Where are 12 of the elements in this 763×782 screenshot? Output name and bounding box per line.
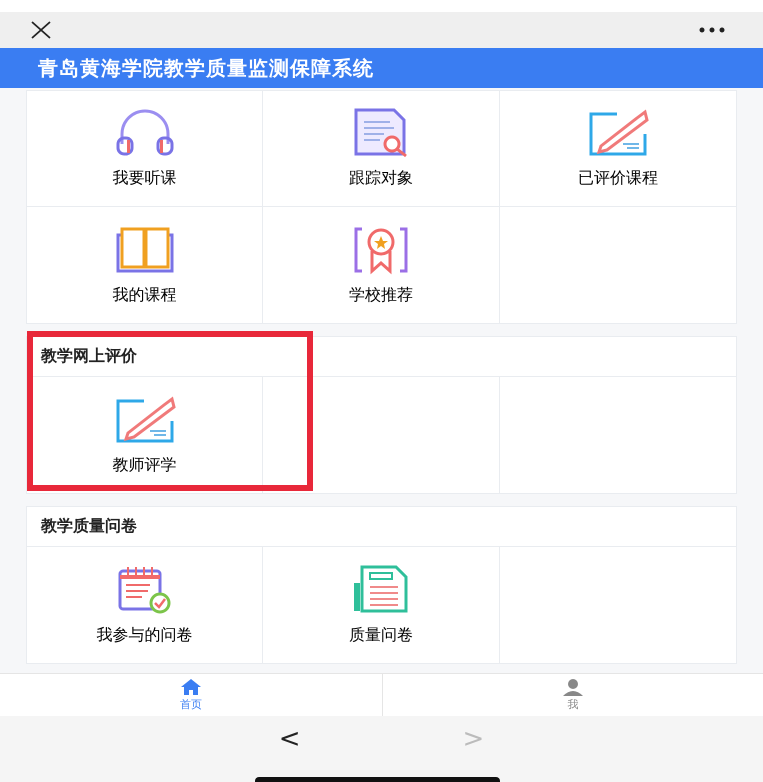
- menu-item[interactable]: 跟踪对象: [263, 91, 500, 207]
- more-icon[interactable]: [699, 27, 725, 33]
- back-button[interactable]: <: [272, 722, 306, 756]
- close-icon[interactable]: [30, 21, 52, 39]
- menu-item[interactable]: 我要听课: [27, 91, 264, 207]
- home-icon: [180, 678, 202, 696]
- app-title: 青岛黄海学院教学质量监测保障系统: [0, 48, 763, 88]
- pencil-frame-icon: [114, 394, 176, 444]
- headphones-icon: [114, 108, 176, 158]
- book-icon: [114, 224, 176, 274]
- pencil-frame-icon: [586, 108, 649, 158]
- person-icon: [562, 678, 584, 696]
